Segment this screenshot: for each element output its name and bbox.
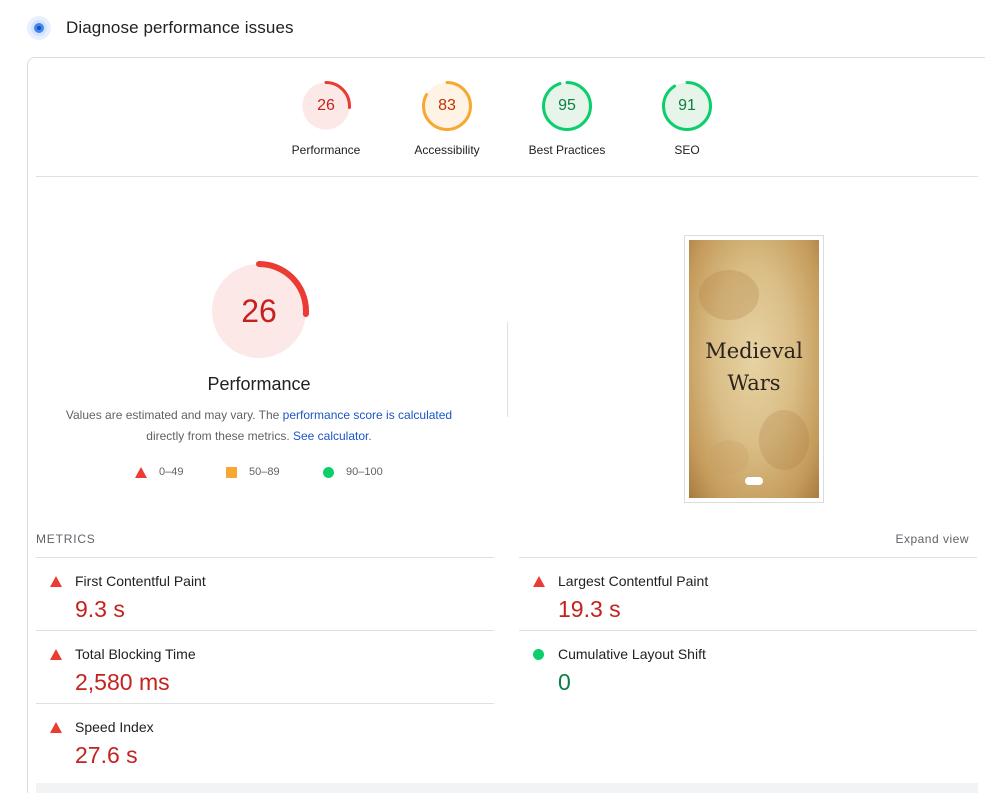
metric-divider (519, 557, 977, 558)
legend-range: 50–89 (249, 466, 280, 478)
gauge-score: 91 (678, 97, 696, 114)
gauges-divider (36, 176, 978, 177)
metric-value: 27.6 s (75, 742, 138, 768)
performance-score: 26 (241, 293, 277, 329)
metric-name: Total Blocking Time (75, 646, 196, 662)
fail-triangle-icon (533, 576, 545, 587)
gauge-performance[interactable]: 26 Performance (276, 81, 376, 157)
metric-name: Largest Contentful Paint (558, 573, 709, 589)
metric-name: First Contentful Paint (75, 573, 206, 589)
gauge-score: 95 (558, 97, 576, 114)
legend-fail: 0–49 (135, 464, 183, 480)
circle-icon (323, 466, 334, 478)
gauge-accessibility[interactable]: 83 Accessibility (397, 81, 497, 157)
metric-speed-index: Speed Index 27.6 s (36, 707, 436, 768)
performance-description: Values are estimated and may vary. The p… (56, 405, 462, 447)
fail-triangle-icon (50, 576, 62, 587)
gauge-ring: 83 (422, 81, 472, 131)
performance-title: Performance (207, 374, 311, 394)
section-header: Diagnose performance issues (26, 14, 294, 42)
metric-value: 2,580 ms (75, 669, 170, 695)
metric-divider (36, 630, 494, 631)
desc-text: . (368, 429, 372, 443)
performance-gauge-large: 26 (209, 261, 309, 361)
legend-pass: 90–100 (323, 464, 383, 480)
metric-value: 0 (558, 669, 571, 695)
metric-divider (519, 630, 977, 631)
fail-triangle-icon (50, 649, 62, 660)
texture-blot (699, 270, 759, 320)
legend-range: 0–49 (159, 466, 184, 478)
metric-name: Cumulative Layout Shift (558, 646, 706, 662)
pass-circle-icon (533, 649, 544, 660)
metric-value: 19.3 s (558, 596, 621, 622)
section-title: Diagnose performance issues (66, 18, 294, 37)
fail-triangle-icon (50, 722, 62, 733)
gauge-ring: 26 (301, 81, 351, 131)
vertical-divider (507, 322, 508, 417)
gauge-label: Best Practices (528, 143, 606, 157)
metric-name: Speed Index (75, 719, 154, 735)
legend-range: 90–100 (346, 466, 383, 478)
gauge-ring: 91 (662, 81, 712, 131)
desc-text: directly from these metrics. (146, 429, 293, 443)
texture-blot (709, 440, 749, 475)
final-screenshot[interactable]: Medieval Wars (684, 235, 824, 503)
gauge-best-practices[interactable]: 95 Best Practices (517, 81, 617, 157)
metric-first-contentful-paint: First Contentful Paint 9.3 s (36, 561, 436, 622)
screenshot-title-line2: Wars (727, 371, 781, 395)
legend-average: 50–89 (226, 464, 280, 480)
metric-total-blocking-time: Total Blocking Time 2,580 ms (36, 634, 436, 695)
performance-lens-icon (26, 15, 52, 41)
metric-value: 9.3 s (75, 596, 125, 622)
screenshot-button (745, 477, 763, 485)
texture-blot (759, 410, 809, 470)
gauge-label: Accessibility (414, 143, 480, 157)
gauge-score: 83 (438, 97, 456, 114)
performance-score-link[interactable]: performance score is calculated (283, 408, 452, 422)
gauge-ring: 95 (542, 81, 592, 131)
metric-largest-contentful-paint: Largest Contentful Paint 19.3 s (519, 561, 919, 622)
gauge-label: SEO (674, 143, 700, 157)
metric-cumulative-layout-shift: Cumulative Layout Shift 0 (519, 634, 919, 695)
expand-view-toggle[interactable]: Expand view (895, 532, 969, 546)
gauge-label: Performance (291, 143, 361, 157)
metrics-heading: METRICS (36, 532, 96, 546)
triangle-icon (135, 466, 147, 478)
square-icon (226, 466, 237, 478)
see-calculator-link[interactable]: See calculator (293, 429, 368, 443)
parchment-image: Medieval Wars (689, 240, 819, 498)
footer-bar (36, 783, 978, 793)
desc-text: Values are estimated and may vary. The (65, 408, 283, 422)
gauge-score: 26 (317, 97, 335, 114)
metric-divider (36, 703, 494, 704)
gauge-seo[interactable]: 91 SEO (637, 81, 737, 157)
metric-divider (36, 557, 494, 558)
screenshot-title-line1: Medieval (705, 339, 803, 363)
